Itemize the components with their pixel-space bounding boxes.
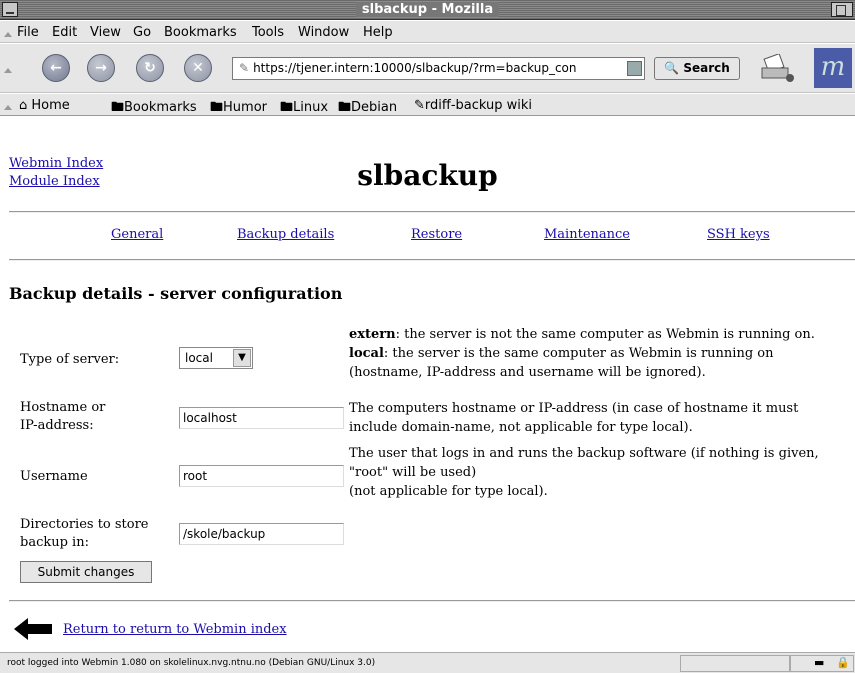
navigation-toolbar: ← → ↻ ✕ ✎ https://tjener.intern:10000/slb… xyxy=(0,44,855,93)
hostname-help: The computers hostname or IP-address (in… xyxy=(349,401,799,435)
url-text: https://tjener.intern:10000/slbackup/?rm… xyxy=(253,61,577,75)
return-link[interactable]: Return to return to Webmin index xyxy=(63,622,287,637)
submit-changes-button[interactable]: Submit changes xyxy=(20,561,152,583)
menu-bookmarks[interactable]: Bookmarks xyxy=(164,25,237,40)
tab-restore[interactable]: Restore xyxy=(411,227,462,242)
menu-go[interactable]: Go xyxy=(133,25,151,40)
folder-icon: 🖿 xyxy=(111,100,125,115)
lock-icon[interactable]: 🔒 xyxy=(836,656,850,669)
divider xyxy=(9,211,855,213)
search-icon: 🔍 xyxy=(664,61,680,75)
bookmarks-toolbar: ⌂ Home 🖿Bookmarks 🖿Humor 🖿Linux 🖿Debian … xyxy=(0,94,855,116)
search-button[interactable]: 🔍 Search xyxy=(654,57,740,80)
url-dropdown-icon[interactable] xyxy=(627,61,642,76)
bookmark-home[interactable]: ⌂ Home xyxy=(19,98,70,113)
username-label: Username xyxy=(20,469,88,484)
tab-general[interactable]: General xyxy=(111,227,163,242)
back-arrow-icon[interactable]: ← xyxy=(42,54,70,82)
toolbar-grip-icon[interactable] xyxy=(2,99,12,113)
home-icon: ⌂ xyxy=(19,98,28,113)
page-content: Webmin Index Module Index slbackup Gener… xyxy=(0,117,855,652)
hostname-label: Hostname or IP-address: xyxy=(20,400,106,433)
status-bar: root logged into Webmin 1.080 on skoleli… xyxy=(0,652,855,673)
chevron-down-icon[interactable]: ▼ xyxy=(233,349,251,367)
folder-icon: 🖿 xyxy=(338,100,352,115)
divider xyxy=(9,600,855,602)
server-type-value: local xyxy=(185,351,213,365)
return-arrow-icon[interactable] xyxy=(14,618,54,640)
menu-help[interactable]: Help xyxy=(363,25,393,40)
link-icon: ✎ xyxy=(414,98,425,113)
menu-file[interactable]: File xyxy=(17,25,39,40)
page-icon: ✎ xyxy=(239,61,250,75)
status-text: root logged into Webmin 1.080 on skoleli… xyxy=(7,658,376,668)
reload-icon[interactable]: ↻ xyxy=(136,54,164,82)
divider xyxy=(9,259,855,261)
page-title: slbackup xyxy=(357,159,498,192)
tab-maintenance[interactable]: Maintenance xyxy=(544,227,630,242)
tab-backup-details[interactable]: Backup details xyxy=(237,227,334,242)
window-title: slbackup - Mozilla xyxy=(355,2,500,17)
maximize-button[interactable] xyxy=(831,2,853,17)
directories-label: Directories to store backup in: xyxy=(20,517,149,550)
server-type-label: Type of server: xyxy=(20,352,120,367)
search-button-label: Search xyxy=(683,61,730,75)
folder-icon: 🖿 xyxy=(280,100,294,115)
bookmark-rdiff-backup-wiki[interactable]: ✎rdiff-backup wiki xyxy=(414,98,532,113)
server-type-help: extern: the server is not the same compu… xyxy=(349,327,815,380)
forward-arrow-icon[interactable]: → xyxy=(87,54,115,82)
stop-icon[interactable]: ✕ xyxy=(184,54,212,82)
menu-view[interactable]: View xyxy=(90,25,121,40)
username-help: The user that logs in and runs the backu… xyxy=(349,446,819,499)
mozilla-throbber-icon[interactable]: m xyxy=(814,48,852,88)
section-title: Backup details - server configuration xyxy=(9,284,343,303)
hostname-field[interactable]: localhost xyxy=(179,407,344,429)
folder-icon: 🖿 xyxy=(210,100,224,115)
menu-bar: File Edit View Go Bookmarks Tools Window… xyxy=(0,21,855,43)
url-bar[interactable]: ✎ https://tjener.intern:10000/slbackup/?r… xyxy=(232,57,645,80)
menu-tools[interactable]: Tools xyxy=(252,25,284,40)
toolbar-grip-icon[interactable] xyxy=(2,26,12,40)
username-field[interactable]: root xyxy=(179,465,344,487)
title-bar: slbackup - Mozilla xyxy=(0,0,855,20)
menu-window[interactable]: Window xyxy=(298,25,349,40)
status-progress xyxy=(680,655,790,672)
server-type-select[interactable]: local ▼ xyxy=(179,347,253,369)
directories-field[interactable]: /skole/backup xyxy=(179,523,344,545)
menu-edit[interactable]: Edit xyxy=(52,25,77,40)
printer-icon[interactable] xyxy=(760,54,796,82)
tab-ssh-keys[interactable]: SSH keys xyxy=(707,227,770,242)
connection-icon: ▬ xyxy=(814,656,825,669)
toolbar-grip-icon[interactable] xyxy=(2,62,12,76)
